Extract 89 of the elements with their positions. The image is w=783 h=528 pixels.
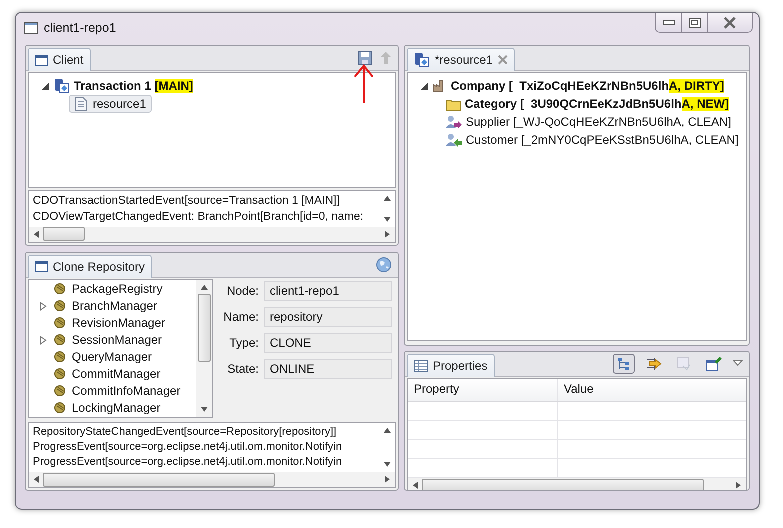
transaction-icon: [54, 78, 70, 94]
log-line: CDOTransactionStartedEvent[source=Transaction 1 [MAIN]]: [33, 194, 341, 209]
readonly-field[interactable]: repository: [264, 306, 392, 327]
tree-item[interactable]: BranchManager: [72, 299, 158, 314]
tree-item[interactable]: PackageRegistry: [72, 282, 163, 296]
log-line: CDOViewTargetChangedEvent: BranchPoint[Branch[id=0, name:: [33, 210, 365, 225]
person-arrow-icon: [446, 115, 462, 129]
tree-item[interactable]: CommitInfoManager: [72, 384, 181, 398]
folder-icon: [446, 98, 461, 110]
window-check-icon: [677, 357, 691, 371]
tree-item[interactable]: Transaction 1 [MAIN]: [74, 79, 194, 93]
field-label: Type:: [228, 336, 259, 350]
tree-item[interactable]: RevisionManager: [72, 316, 166, 330]
log-line: ProgressEvent[source=org.eclipse.net4j.util.om.monitor.Notifyin: [33, 440, 344, 455]
close-icon[interactable]: [498, 55, 508, 65]
scroll-thumb[interactable]: [43, 227, 85, 242]
component-icon: [54, 283, 66, 296]
arrow-icon: [646, 357, 662, 371]
view-icon: [35, 261, 48, 272]
tree-item[interactable]: Company [_TxiZoCqHEeKZrNBn5U6lhA, DIRTY]: [451, 79, 724, 93]
component-icon: [54, 317, 66, 330]
tree-toolbar-button[interactable]: [613, 354, 635, 374]
tree-icon: [617, 357, 631, 371]
editor-tab[interactable]: *resource1: [407, 48, 516, 71]
component-icon: [54, 385, 66, 398]
scroll-arrow-icon[interactable]: [382, 427, 392, 434]
log-line: RepositoryStateChangedEvent[source=Repository[repository]]: [33, 425, 338, 440]
collapsed-arrow-icon[interactable]: [39, 302, 48, 311]
tree-item[interactable]: resource1: [69, 95, 152, 113]
view-tab[interactable]: Client: [28, 48, 91, 71]
globe-icon[interactable]: [376, 256, 392, 273]
maximize-icon: [688, 18, 700, 28]
minimize-button[interactable]: [656, 13, 682, 32]
tree-item[interactable]: Customer [_2mNY0CqPEeKSstBn5U6lhA, CLEAN]: [466, 133, 739, 147]
caret-icon: [733, 360, 743, 366]
tree-item[interactable]: CommitManager: [72, 367, 161, 382]
scroll-arrow-icon[interactable]: [33, 475, 40, 484]
component-icon: [54, 334, 66, 346]
field-label: Name:: [222, 310, 259, 324]
scroll-arrow-icon[interactable]: [33, 230, 40, 239]
document-icon: [75, 97, 87, 111]
log-line: ProgressEvent[source=org.eclipse.net4j.util.om.monitor.Notifyin: [33, 455, 344, 470]
arrow-annotation: [352, 63, 376, 105]
expanded-arrow-icon[interactable]: [420, 82, 429, 90]
component-icon: [54, 368, 66, 380]
tree-item[interactable]: QueryManager: [72, 350, 152, 364]
view-icon: [35, 54, 48, 66]
view-tab[interactable]: Clone Repository: [28, 254, 152, 278]
window-title: client1-repo1: [44, 21, 116, 35]
pin-icon: [706, 357, 722, 371]
tree-item[interactable]: LockingManager: [72, 401, 161, 416]
horizontal-scrollbar[interactable]: [29, 472, 395, 487]
maximize-button[interactable]: [682, 13, 708, 32]
transaction-icon: [414, 52, 430, 68]
scroll-arrow-icon[interactable]: [735, 481, 742, 490]
scroll-arrow-icon[interactable]: [412, 481, 419, 490]
pin-toolbar-button[interactable]: [703, 354, 725, 374]
tree-item[interactable]: SessionManager: [72, 333, 162, 348]
table-icon: [414, 360, 428, 372]
horizontal-scrollbar[interactable]: [408, 478, 746, 490]
scroll-arrow-icon[interactable]: [200, 406, 208, 413]
readonly-field[interactable]: client1-repo1: [264, 280, 392, 301]
scroll-thumb[interactable]: [43, 472, 275, 486]
vertical-scrollbar[interactable]: [196, 280, 212, 417]
column-header[interactable]: Value: [558, 379, 746, 401]
component-icon: [54, 300, 66, 312]
horizontal-scrollbar[interactable]: [29, 226, 395, 242]
collapsed-arrow-icon[interactable]: [39, 336, 48, 345]
readonly-field[interactable]: CLONE: [264, 332, 392, 353]
person-arrow-icon: [446, 133, 462, 147]
tree-item[interactable]: Supplier [_WJ-QoCqHEeKZrNBn5U6lhA, CLEAN]: [466, 115, 732, 129]
column-header[interactable]: Property: [408, 379, 558, 401]
window-icon: [24, 22, 38, 34]
minimize-icon: [662, 20, 674, 26]
scroll-arrow-icon[interactable]: [382, 194, 392, 202]
expanded-arrow-icon[interactable]: [41, 82, 50, 90]
readonly-field[interactable]: ONLINE: [264, 358, 392, 379]
close-button[interactable]: [708, 13, 752, 32]
component-icon: [54, 351, 66, 364]
field-label: State:: [226, 362, 259, 376]
view-tab[interactable]: Properties: [407, 354, 495, 377]
component-icon: [54, 402, 66, 414]
scroll-arrow-icon[interactable]: [200, 284, 208, 291]
close-icon: [723, 16, 737, 28]
field-label: Node:: [226, 284, 259, 298]
scroll-thumb[interactable]: [422, 478, 704, 490]
save-icon[interactable]: [358, 51, 372, 65]
scroll-thumb[interactable]: [198, 294, 210, 362]
tree-item[interactable]: Category [_3U90QCrnEeKzJdBn5U6lhA, NEW]: [465, 97, 730, 111]
